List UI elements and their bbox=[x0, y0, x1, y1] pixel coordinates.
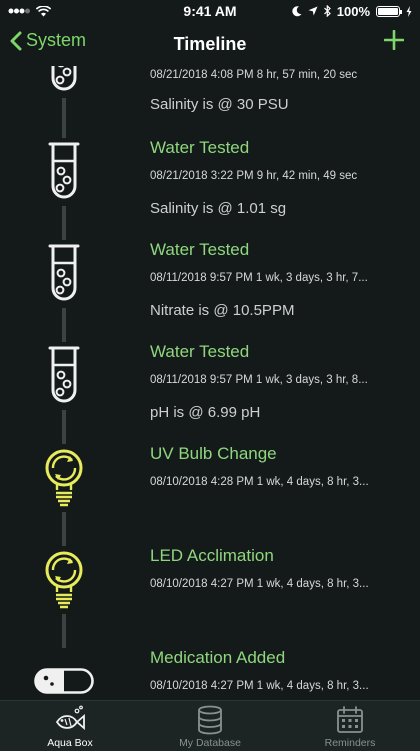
entry-timestamp: 08/21/2018 3:22 PM 9 hr, 42 min, 49 sec bbox=[150, 170, 375, 182]
pill-icon bbox=[30, 648, 98, 700]
chevron-left-icon bbox=[10, 31, 22, 51]
entry-title: Water Tested bbox=[150, 240, 249, 260]
tab-label: Reminders bbox=[325, 737, 376, 749]
timeline-entry[interactable]: UV Bulb Change 08/10/2018 4:28 PM 1 wk, … bbox=[0, 444, 420, 546]
timeline-entry[interactable]: LED Acclimation 08/10/2018 4:27 PM 1 wk,… bbox=[0, 546, 420, 648]
timeline-entry[interactable]: Water Tested 08/21/2018 3:22 PM 9 hr, 42… bbox=[0, 138, 420, 240]
entry-title: Water Tested bbox=[150, 342, 249, 362]
entry-timestamp: 08/10/2018 4:27 PM 1 wk, 4 days, 8 hr, 3… bbox=[150, 680, 375, 692]
timeline-entry[interactable]: Water Tested 08/11/2018 9:57 PM 1 wk, 3 … bbox=[0, 342, 420, 444]
test-tube-icon bbox=[30, 342, 98, 410]
timeline-entry[interactable]: Medication Added 08/10/2018 4:27 PM 1 wk… bbox=[0, 648, 420, 700]
test-tube-icon bbox=[30, 138, 98, 206]
fish-icon bbox=[53, 705, 87, 735]
add-button[interactable] bbox=[384, 30, 404, 55]
entry-timestamp: 08/21/2018 4:08 PM 8 hr, 57 min, 20 sec bbox=[150, 69, 375, 81]
plus-icon bbox=[384, 30, 404, 50]
entry-detail: Salinity is @ 30 PSU bbox=[150, 96, 289, 113]
calendar-icon bbox=[336, 705, 364, 735]
page-title: Timeline bbox=[174, 34, 247, 55]
database-icon bbox=[197, 705, 223, 735]
moon-icon bbox=[292, 6, 302, 17]
entry-title: UV Bulb Change bbox=[150, 444, 277, 464]
back-button-label: System bbox=[26, 30, 86, 51]
back-button[interactable]: System bbox=[10, 30, 86, 51]
charging-icon bbox=[406, 6, 412, 17]
entry-timestamp: 08/11/2018 9:57 PM 1 wk, 3 days, 3 hr, 8… bbox=[150, 374, 375, 386]
entry-timestamp: 08/10/2018 4:28 PM 1 wk, 4 days, 8 hr, 3… bbox=[150, 476, 375, 488]
location-arrow-icon bbox=[308, 6, 318, 16]
bluetooth-icon bbox=[324, 5, 331, 17]
entry-title: LED Acclimation bbox=[150, 546, 274, 566]
entry-timestamp: 08/10/2018 4:27 PM 1 wk, 4 days, 8 hr, 3… bbox=[150, 578, 375, 590]
tab-label: Aqua Box bbox=[47, 737, 93, 749]
battery-percent: 100% bbox=[337, 4, 370, 19]
entry-detail: Salinity is @ 1.01 sg bbox=[150, 200, 286, 217]
light-bulb-icon bbox=[30, 546, 98, 614]
tab-aqua-box[interactable]: Aqua Box bbox=[0, 701, 140, 749]
tab-reminders[interactable]: Reminders bbox=[280, 701, 420, 749]
entry-title: Medication Added bbox=[150, 648, 285, 668]
navigation-bar: System Timeline bbox=[0, 22, 420, 66]
entry-timestamp: 08/11/2018 9:57 PM 1 wk, 3 days, 3 hr, 7… bbox=[150, 272, 375, 284]
entry-detail: Nitrate is @ 10.5PPM bbox=[150, 302, 294, 319]
timeline-list[interactable]: 08/21/2018 4:08 PM 8 hr, 57 min, 20 sec … bbox=[0, 66, 420, 700]
entry-detail: pH is @ 6.99 pH bbox=[150, 404, 260, 421]
light-bulb-icon bbox=[30, 444, 98, 512]
battery-icon bbox=[376, 6, 400, 17]
tab-label: My Database bbox=[179, 737, 241, 749]
tab-bar: Aqua Box My Database Reminders bbox=[0, 700, 420, 751]
test-tube-icon bbox=[30, 240, 98, 308]
timeline-entry[interactable]: Water Tested 08/11/2018 9:57 PM 1 wk, 3 … bbox=[0, 240, 420, 342]
tab-my-database[interactable]: My Database bbox=[140, 701, 280, 749]
status-bar: 9:41 AM 100% bbox=[0, 0, 420, 22]
entry-title: Water Tested bbox=[150, 138, 249, 158]
test-tube-icon bbox=[30, 66, 98, 98]
